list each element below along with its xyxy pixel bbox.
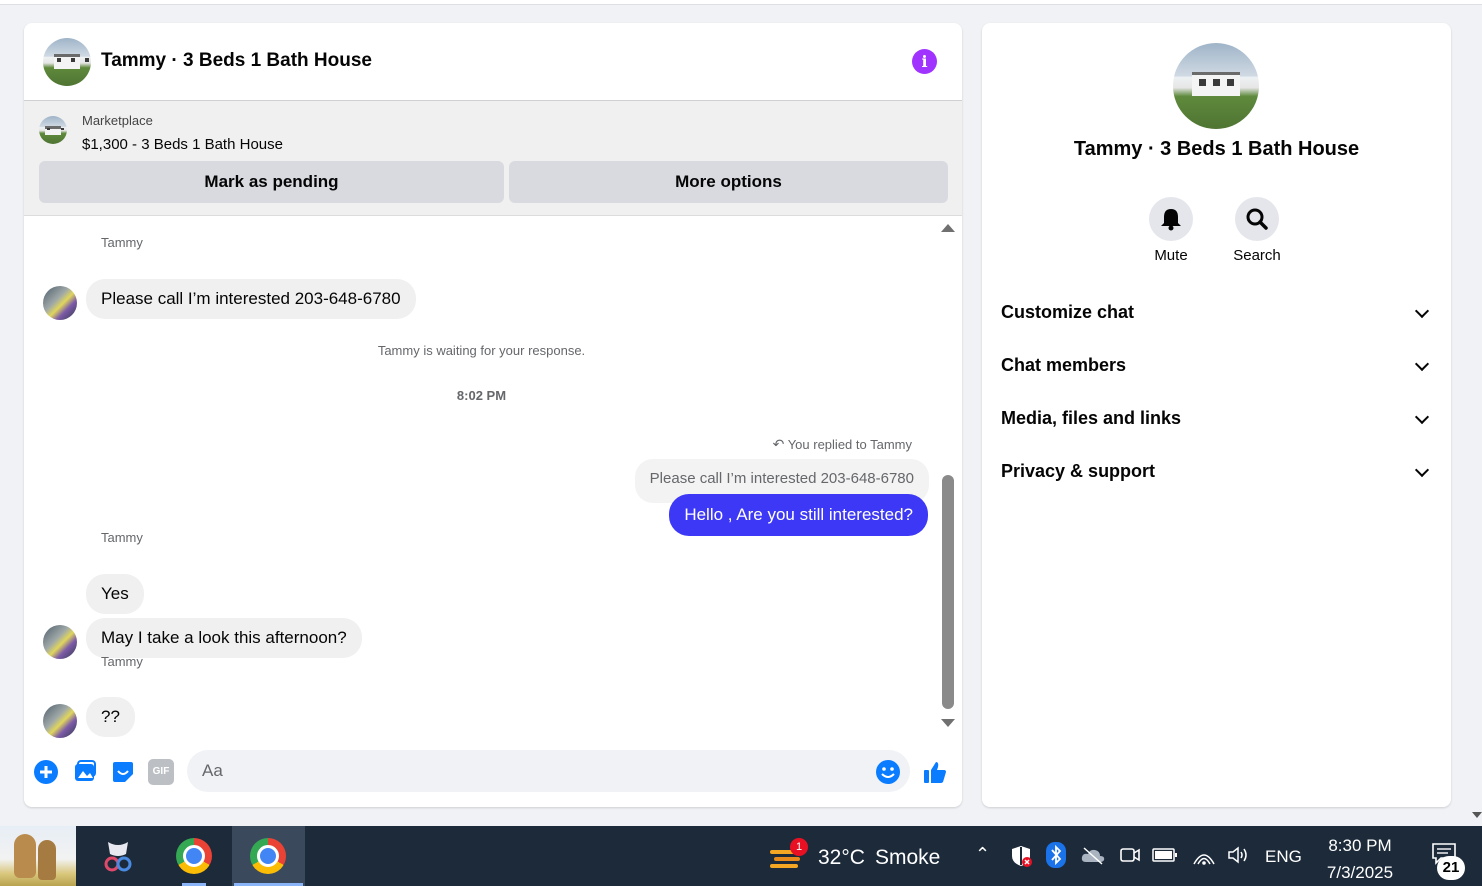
weather-desc[interactable]: Smoke (875, 846, 940, 870)
snipping-tool-icon[interactable] (100, 838, 136, 874)
section-chat-members[interactable]: Chat members (1001, 346, 1433, 386)
browser-top-edge (0, 0, 1482, 5)
photo-icon[interactable] (72, 759, 98, 785)
mark-as-pending-button[interactable]: Mark as pending (39, 161, 504, 203)
outgoing-message[interactable]: Hello , Are you still interested? (669, 494, 928, 536)
battery-icon[interactable] (1152, 847, 1178, 863)
chevron-down-icon (1414, 356, 1430, 372)
scrollbar-thumb[interactable] (942, 475, 954, 709)
volume-icon[interactable] (1226, 844, 1250, 866)
weather-temp[interactable]: 32°C (818, 846, 865, 870)
wifi-icon[interactable] (1192, 844, 1216, 866)
search-label[interactable]: Search (1217, 247, 1297, 264)
clock-time: 8:30 PM (1328, 836, 1392, 855)
sender-name: Tammy (101, 530, 143, 545)
reply-icon: ↶ (772, 436, 785, 452)
sender-name: Tammy (101, 235, 143, 250)
meet-icon[interactable] (1119, 844, 1141, 866)
taskbar: 1 32°C Smoke ⌃ ENG 8:30 PM 7/3/2025 21 (0, 826, 1482, 886)
chevron-down-icon (1414, 303, 1430, 319)
listing-thumbnail[interactable] (39, 116, 67, 144)
message-input[interactable] (202, 750, 852, 792)
chat-title[interactable]: Tammy · 3 Beds 1 Bath House (101, 50, 372, 72)
security-shield-icon[interactable] (1009, 844, 1033, 868)
emoji-icon[interactable] (875, 759, 901, 785)
chrome-profile-icon[interactable] (250, 838, 286, 874)
incoming-message[interactable]: Please call I’m interested 203-648-6780 (86, 279, 416, 319)
timestamp: 8:02 PM (456, 388, 507, 403)
notification-count[interactable]: 21 (1437, 856, 1465, 880)
chat-panel: Tammy · 3 Beds 1 Bath House i Marketplac… (24, 23, 962, 807)
language-indicator[interactable]: ENG (1265, 847, 1302, 867)
scroll-down-arrow[interactable] (941, 719, 955, 727)
bluetooth-icon[interactable] (1046, 842, 1066, 868)
sticker-icon[interactable] (110, 759, 136, 785)
message-list[interactable]: Tammy Please call I’m interested 203-648… (24, 216, 962, 738)
section-privacy-support[interactable]: Privacy & support (1001, 452, 1433, 492)
marketplace-label: Marketplace (82, 113, 153, 128)
section-label: Customize chat (1001, 302, 1135, 322)
sender-avatar[interactable] (43, 704, 77, 738)
message-composer: GIF (24, 750, 962, 794)
replied-note: ↶ You replied to Tammy (773, 436, 912, 453)
sender-avatar[interactable] (43, 286, 77, 320)
onedrive-icon[interactable] (1080, 846, 1106, 866)
plus-icon[interactable] (33, 759, 59, 785)
mute-button[interactable] (1149, 197, 1193, 241)
mute-label[interactable]: Mute (1131, 247, 1211, 264)
chevron-down-icon (1414, 462, 1430, 478)
incoming-message[interactable]: May I take a look this afternoon? (86, 618, 362, 658)
marketplace-bar: Marketplace $1,300 - 3 Beds 1 Bath House… (24, 101, 962, 216)
search-icon (1246, 208, 1268, 230)
incoming-message[interactable]: ?? (86, 697, 135, 737)
search-button[interactable] (1235, 197, 1279, 241)
section-customize-chat[interactable]: Customize chat (1001, 293, 1433, 333)
page-scroll-down-arrow[interactable] (1472, 812, 1482, 818)
more-options-button[interactable]: More options (509, 161, 948, 203)
sender-name: Tammy (101, 654, 143, 669)
info-icon[interactable]: i (912, 49, 937, 74)
chevron-down-icon (1414, 409, 1430, 425)
chevron-up-icon[interactable]: ⌃ (975, 844, 990, 865)
profile-name: Tammy · 3 Beds 1 Bath House (1073, 138, 1360, 160)
thumbs-up-icon[interactable] (922, 759, 948, 785)
scroll-up-arrow[interactable] (941, 224, 955, 232)
section-media-files-links[interactable]: Media, files and links (1001, 399, 1433, 439)
section-label: Chat members (1001, 355, 1127, 375)
chat-info-panel: Tammy · 3 Beds 1 Bath House Mute Search … (982, 23, 1451, 807)
section-label: Media, files and links (1001, 408, 1182, 428)
profile-avatar[interactable] (1173, 43, 1259, 129)
listing-title[interactable]: $1,300 - 3 Beds 1 Bath House (82, 136, 283, 153)
bell-icon (1161, 209, 1181, 231)
message-input-container (187, 750, 910, 792)
replied-note-text: You replied to Tammy (787, 437, 912, 452)
meerkat-app-icon[interactable] (0, 826, 76, 886)
listing-avatar[interactable] (43, 38, 91, 86)
sender-avatar[interactable] (43, 625, 77, 659)
system-clock[interactable]: 8:30 PM 7/3/2025 (1310, 832, 1410, 886)
section-label: Privacy & support (1001, 461, 1156, 481)
waiting-note: Tammy is waiting for your response. (377, 343, 586, 358)
gif-icon[interactable]: GIF (148, 759, 174, 785)
incoming-message[interactable]: Yes (86, 574, 144, 614)
clock-date: 7/3/2025 (1326, 863, 1394, 882)
chrome-icon[interactable] (176, 838, 212, 874)
weather-badge: 1 (790, 838, 808, 856)
chat-header: Tammy · 3 Beds 1 Bath House i (24, 23, 962, 101)
